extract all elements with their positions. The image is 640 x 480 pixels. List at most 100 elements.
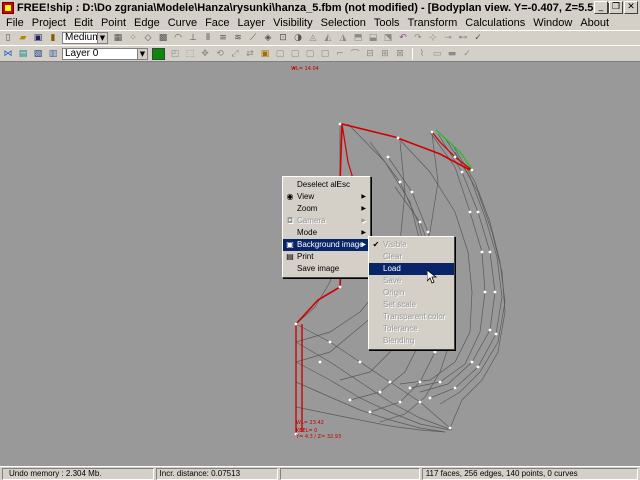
control-point[interactable]: [470, 360, 474, 364]
menu-face[interactable]: Face: [201, 16, 233, 30]
submenu-item-clear[interactable]: Clear: [369, 251, 454, 263]
menu-item-print[interactable]: ▤ Print: [283, 251, 370, 263]
menu-tools[interactable]: Tools: [370, 16, 404, 30]
control-point[interactable]: [493, 290, 497, 294]
grid-icon[interactable]: ▦: [112, 32, 124, 44]
control-point[interactable]: [410, 190, 414, 194]
control-point[interactable]: [386, 155, 390, 159]
points-icon[interactable]: ⁘: [127, 32, 139, 44]
menu-item-zoom[interactable]: Zoom ▶: [283, 203, 370, 215]
control-point[interactable]: [418, 380, 422, 384]
curve-add-icon[interactable]: ▭: [431, 48, 443, 60]
extrude-icon[interactable]: ⬒: [352, 32, 364, 44]
delete-icon[interactable]: ⊸: [442, 32, 454, 44]
layers-icon[interactable]: ⋈: [2, 48, 14, 60]
close-button[interactable]: ✕: [624, 1, 638, 14]
menu-point[interactable]: Point: [97, 16, 130, 30]
control-point[interactable]: [388, 380, 392, 384]
control-point[interactable]: [448, 426, 452, 430]
control-point[interactable]: [433, 350, 437, 354]
redo-icon[interactable]: ↷: [412, 32, 424, 44]
knuckle-icon[interactable]: ⌐: [334, 48, 346, 60]
menu-layer[interactable]: Layer: [234, 16, 270, 30]
app-icon[interactable]: [2, 2, 14, 14]
undo-icon[interactable]: ↶: [397, 32, 409, 44]
submenu-item-blending[interactable]: Blending: [369, 335, 454, 347]
control-point[interactable]: [348, 398, 352, 402]
menu-about[interactable]: About: [576, 16, 613, 30]
menu-calculations[interactable]: Calculations: [461, 16, 529, 30]
menu-curve[interactable]: Curve: [164, 16, 201, 30]
delete-edge-icon[interactable]: ⊷: [457, 32, 469, 44]
control-point[interactable]: [408, 386, 412, 390]
control-point[interactable]: [378, 390, 382, 394]
control-point[interactable]: [468, 210, 472, 214]
control-point[interactable]: [476, 210, 480, 214]
submenu-item-tolerance[interactable]: Tolerance: [369, 323, 454, 335]
interior-edges-icon[interactable]: ◇: [142, 32, 154, 44]
flowlines-icon[interactable]: ◑: [292, 32, 304, 44]
open-folder-icon[interactable]: ▰: [17, 32, 29, 44]
unlock-icon[interactable]: ▢: [289, 48, 301, 60]
submenu-item-transparent-color[interactable]: Transparent color: [369, 311, 454, 323]
control-point[interactable]: [426, 230, 430, 234]
control-point[interactable]: [318, 360, 322, 364]
mirror-icon[interactable]: ⇄: [244, 48, 256, 60]
control-point[interactable]: [294, 322, 298, 326]
control-point[interactable]: [480, 250, 484, 254]
layer-color-swatch[interactable]: [152, 47, 165, 60]
layer-properties-icon[interactable]: ◰: [169, 48, 181, 60]
add-point-icon[interactable]: ◬: [307, 32, 319, 44]
markers-icon[interactable]: ◈: [262, 32, 274, 44]
control-point[interactable]: [398, 400, 402, 404]
new-face-icon[interactable]: ⊹: [427, 32, 439, 44]
control-point[interactable]: [488, 328, 492, 332]
minimize-button[interactable]: _: [594, 1, 608, 14]
menu-item-save-image[interactable]: Save image: [283, 263, 370, 275]
new-file-icon[interactable]: ▯: [2, 32, 14, 44]
menu-transform[interactable]: Transform: [404, 16, 462, 30]
control-point[interactable]: [418, 220, 422, 224]
lock-all-icon[interactable]: ▢: [304, 48, 316, 60]
submenu-item-visible[interactable]: ✔ Visible: [369, 239, 454, 251]
normals-icon[interactable]: ⊥: [187, 32, 199, 44]
submenu-item-load[interactable]: Load: [369, 263, 454, 275]
menu-project[interactable]: Project: [28, 16, 70, 30]
diagonals-icon[interactable]: ⟋: [247, 32, 259, 44]
hydrostatics-icon[interactable]: ⊡: [277, 32, 289, 44]
crease-icon[interactable]: ⬔: [382, 32, 394, 44]
scale-icon[interactable]: ⤢: [229, 48, 241, 60]
control-point[interactable]: [398, 180, 402, 184]
control-point[interactable]: [470, 168, 474, 172]
menu-item-view[interactable]: ◉ View ▶: [283, 191, 370, 203]
menu-item-camera[interactable]: ◘ Camera ▶: [283, 215, 370, 227]
waterlines-icon[interactable]: ≋: [232, 32, 244, 44]
control-point[interactable]: [328, 340, 332, 344]
curvature-icon[interactable]: ◠: [172, 32, 184, 44]
buttocks-icon[interactable]: ≡: [217, 32, 229, 44]
menu-window[interactable]: Window: [529, 16, 576, 30]
submenu-item-set-scale[interactable]: Set scale: [369, 299, 454, 311]
move-icon[interactable]: ✥: [199, 48, 211, 60]
menu-file[interactable]: File: [2, 16, 28, 30]
curve-delete-icon[interactable]: ▬: [446, 48, 458, 60]
control-point[interactable]: [494, 332, 498, 336]
exit-icon[interactable]: ▮: [47, 32, 59, 44]
lock-icon[interactable]: ▢: [274, 48, 286, 60]
control-point[interactable]: [453, 155, 457, 159]
menu-edit[interactable]: Edit: [70, 16, 97, 30]
save-icon[interactable]: ▣: [32, 32, 44, 44]
control-point[interactable]: [476, 365, 480, 369]
insert-edge-icon[interactable]: ◭: [322, 32, 334, 44]
precision-select[interactable]: Medium ▼: [62, 32, 108, 44]
fairing-icon[interactable]: ⌒: [349, 48, 361, 60]
control-point[interactable]: [358, 360, 362, 364]
menu-item-mode[interactable]: Mode ▶: [283, 227, 370, 239]
project-straight-icon[interactable]: ⊟: [364, 48, 376, 60]
intersection-icon[interactable]: ✓: [472, 32, 484, 44]
collapse-edge-icon[interactable]: ◮: [337, 32, 349, 44]
control-point[interactable]: [438, 380, 442, 384]
control-point[interactable]: [488, 250, 492, 254]
rotate-icon[interactable]: ⟲: [214, 48, 226, 60]
menu-item-deselect-all[interactable]: Deselect all Esc: [283, 179, 370, 191]
